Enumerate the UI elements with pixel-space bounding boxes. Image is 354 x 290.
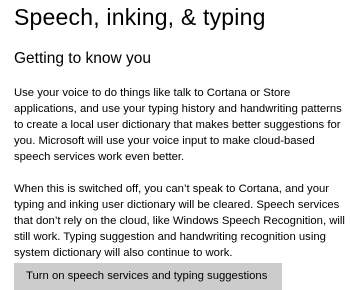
- settings-page: Speech, inking, & typing Getting to know…: [0, 0, 354, 290]
- turn-on-speech-services-button[interactable]: Turn on speech services and typing sugge…: [14, 263, 282, 290]
- info-line: typing and inking user dictionary will b…: [14, 199, 340, 211]
- description-line: applications, and use your typing histor…: [14, 103, 342, 115]
- description-line: Use your voice to do things like talk to…: [14, 87, 291, 99]
- section-title: Getting to know you: [14, 50, 151, 67]
- description-paragraph: Use your voice to do things like talk to…: [14, 85, 354, 165]
- description-line: speech services work even better.: [14, 151, 185, 163]
- info-line: system dictionary will also continue to …: [14, 247, 233, 259]
- info-line: When this is switched off, you can’t spe…: [14, 183, 330, 195]
- description-line: you. Microsoft will use your voice input…: [14, 135, 315, 147]
- description-line: to create a local user dictionary that m…: [14, 119, 341, 131]
- info-line: that don’t rely on the cloud, like Windo…: [14, 215, 345, 227]
- info-line: still work. Typing suggestion and handwr…: [14, 231, 326, 243]
- switch-off-info-paragraph: When this is switched off, you can’t spe…: [14, 181, 354, 261]
- page-title: Speech, inking, & typing: [14, 4, 266, 30]
